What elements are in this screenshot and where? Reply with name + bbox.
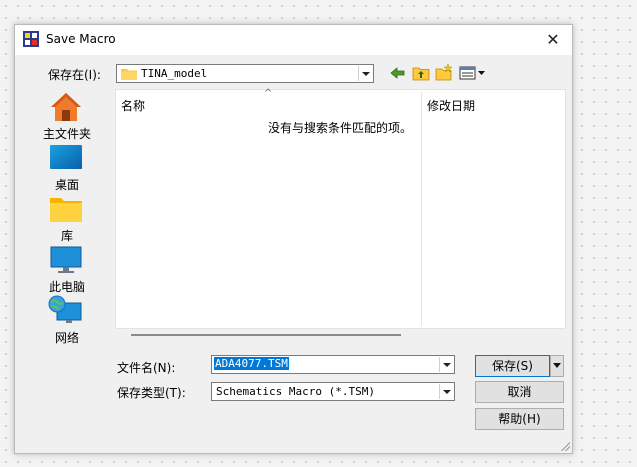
up-folder-icon[interactable] (412, 65, 430, 81)
save-in-value: TINA_model (141, 67, 208, 80)
place-network-label: 网络 (54, 331, 79, 345)
back-arrow-icon[interactable] (390, 66, 406, 80)
sort-indicator: ^ (264, 88, 273, 99)
cancel-button-label: 取消 (507, 385, 532, 399)
monitor-icon (50, 246, 82, 273)
column-header-modified[interactable]: 修改日期 (427, 97, 475, 114)
chevron-down-icon[interactable] (439, 357, 453, 372)
place-this-pc[interactable]: 此电脑 (33, 244, 101, 294)
file-list[interactable]: ^ 名称 修改日期 没有与搜索条件匹配的项。 (115, 88, 566, 329)
close-button[interactable]: ✕ (540, 28, 566, 52)
help-button-label: 帮助(H) (498, 412, 541, 426)
network-icon (48, 295, 82, 323)
place-home[interactable]: 主文件夹 (33, 91, 101, 141)
chevron-down-icon (553, 363, 561, 368)
place-library[interactable]: 库 (33, 193, 101, 243)
save-macro-dialog: Save Macro ✕ 保存在(I): TINA_model 主文件夹 桌面 … (14, 24, 573, 454)
filename-label: 文件名(N): (117, 361, 176, 375)
filename-input[interactable]: ADA4077.TSM (211, 355, 455, 374)
save-options-dropdown[interactable] (550, 355, 564, 377)
horizontal-scrollbar[interactable] (131, 334, 401, 336)
place-home-label: 主文件夹 (42, 127, 91, 141)
save-button[interactable]: 保存(S) (475, 355, 550, 377)
view-menu-icon[interactable] (459, 66, 487, 80)
filename-value[interactable]: ADA4077.TSM (214, 357, 289, 370)
title-bar: Save Macro ✕ (15, 25, 572, 55)
place-desktop-label: 桌面 (54, 178, 79, 192)
column-header-name[interactable]: 名称 (121, 97, 145, 114)
filetype-value: Schematics Macro (*.TSM) (216, 385, 375, 398)
filetype-label: 保存类型(T): (117, 386, 186, 400)
empty-list-message: 没有与搜索条件匹配的项。 (268, 121, 413, 135)
save-button-label: 保存(S) (492, 359, 533, 373)
cancel-button[interactable]: 取消 (475, 381, 564, 403)
help-button[interactable]: 帮助(H) (475, 408, 564, 430)
column-separator[interactable] (421, 92, 422, 326)
folder-icon (121, 69, 137, 80)
library-folder-icon (50, 198, 82, 222)
save-in-dropdown[interactable]: TINA_model (116, 64, 374, 83)
desktop-icon (50, 145, 82, 169)
chevron-down-icon[interactable] (358, 66, 372, 81)
place-library-label: 库 (60, 229, 73, 243)
chevron-down-icon[interactable] (439, 384, 453, 399)
place-network[interactable]: 网络 (33, 295, 101, 345)
save-in-label: 保存在(I): (48, 68, 101, 82)
filetype-dropdown[interactable]: Schematics Macro (*.TSM) (211, 382, 455, 401)
place-desktop[interactable]: 桌面 (33, 142, 101, 192)
window-title: Save Macro (46, 32, 116, 46)
resize-grip[interactable] (560, 441, 570, 451)
place-this-pc-label: 此电脑 (48, 280, 85, 294)
close-icon: ✕ (546, 30, 560, 49)
app-icon (23, 31, 39, 47)
new-folder-icon[interactable] (435, 64, 453, 81)
home-icon (51, 93, 81, 121)
